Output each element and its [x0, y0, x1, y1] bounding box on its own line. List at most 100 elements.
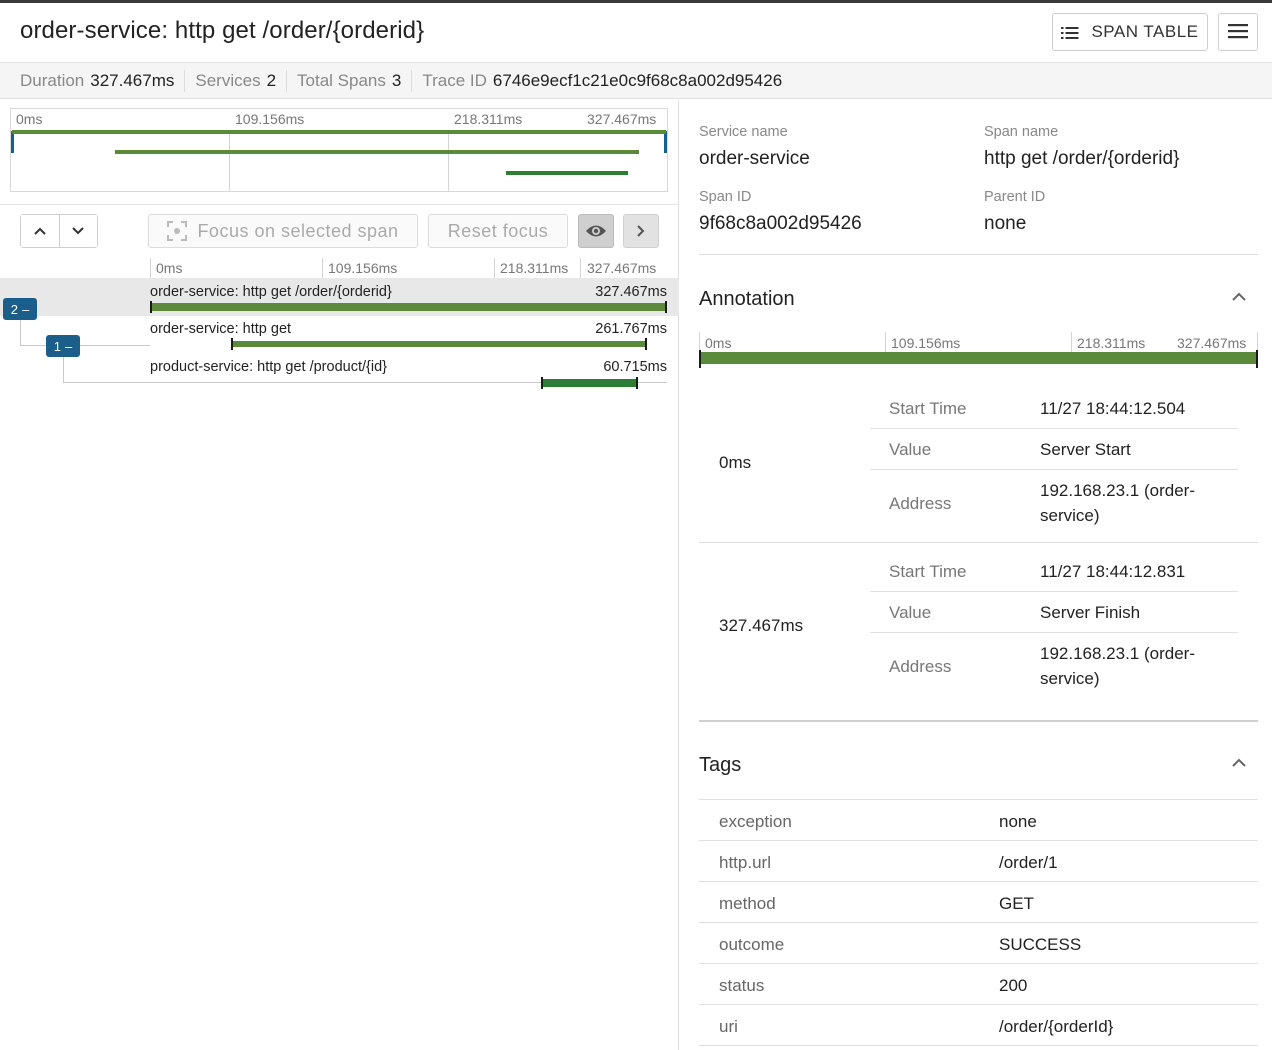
annotation-marker	[699, 350, 701, 368]
divider	[870, 632, 1238, 633]
axis-gridline	[494, 258, 495, 278]
annotation-span-bar	[699, 352, 1258, 364]
divider	[870, 591, 1238, 592]
divider	[699, 922, 1258, 923]
annotation-value: 192.168.23.1 (order- service)	[1040, 641, 1195, 691]
annotation-tick-1: 109.156ms	[891, 335, 961, 351]
divider	[699, 542, 1258, 543]
address-line: service)	[1040, 669, 1100, 688]
annotation-value: 192.168.23.1 (order- service)	[1040, 478, 1195, 528]
divider	[870, 469, 1238, 470]
tag-key: http.url	[719, 853, 771, 872]
chevron-right-icon	[637, 225, 645, 237]
duration-summary: Duration 327.467ms	[20, 69, 186, 92]
tag-value: /order/1	[999, 853, 1058, 872]
collapse-tags-button[interactable]	[1230, 756, 1248, 774]
service-name-label: Service name	[699, 124, 788, 140]
tag-key: exception	[719, 812, 792, 831]
span-bar	[542, 379, 637, 387]
span-detail-panel: Service name order-service Span name htt…	[680, 100, 1272, 1050]
address-line: 192.168.23.1 (order-	[1040, 644, 1195, 663]
divider	[699, 1004, 1258, 1005]
span-bar	[232, 341, 646, 347]
span-row[interactable]: order-service: http get /order/{orderid}…	[0, 278, 679, 316]
chevron-up-icon	[1232, 758, 1246, 767]
minimap-span-bar	[115, 150, 639, 154]
collapse-annotation-button[interactable]	[1230, 290, 1248, 308]
address-line: 192.168.23.1 (order-	[1040, 481, 1195, 500]
annotation-key: Address	[889, 494, 952, 513]
axis-tick-3: 327.467ms	[587, 260, 657, 276]
minimap-tick-1: 109.156ms	[235, 111, 305, 127]
minimap-gridline	[448, 131, 449, 191]
span-bar-cap	[665, 301, 667, 313]
span-bar	[150, 303, 667, 311]
span-name: product-service: http get /product/{id}	[150, 359, 387, 375]
annotation-tick-2: 218.311ms	[1077, 335, 1146, 351]
span-name: order-service: http get	[150, 321, 292, 337]
spans-summary: Total Spans 3	[297, 69, 413, 92]
previous-span-button[interactable]	[21, 215, 60, 247]
annotation-value: 11/27 18:44:12.831	[1040, 562, 1186, 581]
axis-tick-1: 109.156ms	[328, 260, 398, 276]
annotation-offset: 327.467ms	[719, 616, 804, 635]
total-spans-value: 3	[391, 70, 402, 90]
axis-gridline	[150, 258, 151, 278]
child-count: 2	[10, 301, 18, 317]
child-count: 1	[53, 338, 61, 354]
expand-panel-button[interactable]	[623, 214, 659, 248]
trace-minimap[interactable]: 0ms 109.156ms 218.311ms 327.467ms	[10, 108, 668, 192]
span-bar-cap	[150, 301, 152, 313]
span-duration: 60.715ms	[603, 359, 667, 375]
span-id-label: Span ID	[699, 189, 752, 205]
span-table-button[interactable]: SPAN TABLE	[1052, 13, 1208, 51]
trace-id-value: 6746e9ecf1c21e0c9f68c8a002d95426	[492, 70, 783, 90]
annotation-marker	[1256, 350, 1258, 368]
span-bar-cap	[645, 338, 647, 350]
total-spans-label: Total Spans	[297, 70, 386, 90]
annotation-tick-0: 0ms	[705, 335, 732, 351]
tag-value: none	[999, 812, 1037, 831]
page-title: order-service: http get /order/{orderid}	[20, 17, 425, 44]
minimap-tick-3: 327.467ms	[587, 111, 657, 127]
annotation-key: Start Time	[889, 562, 967, 581]
reset-focus-button[interactable]: Reset focus	[428, 214, 568, 248]
tag-value: 200	[999, 976, 1028, 995]
span-duration: 327.467ms	[595, 284, 667, 300]
axis-tick-0: 0ms	[156, 260, 183, 276]
duration-label: Duration	[20, 70, 85, 90]
minimap-tick-2: 218.311ms	[454, 111, 523, 127]
span-navigation	[20, 214, 98, 248]
annotation-key: Value	[889, 603, 932, 622]
span-name-label: Span name	[984, 124, 1059, 140]
span-row[interactable]: product-service: http get /product/{id} …	[0, 354, 679, 392]
annotation-gridline	[1071, 332, 1072, 354]
toggle-visibility-button[interactable]	[578, 214, 614, 248]
divider	[699, 963, 1258, 964]
menu-button[interactable]	[1218, 13, 1258, 51]
focus-selected-span-button[interactable]: Focus on selected span	[148, 214, 418, 248]
annotation-value: Server Start	[1040, 440, 1131, 459]
tag-value: GET	[999, 894, 1034, 913]
list-icon	[1061, 25, 1079, 39]
span-name-value: http get /order/{orderid}	[984, 148, 1180, 169]
collapse-icon: –	[65, 338, 73, 354]
focus-label: Focus on selected span	[197, 220, 399, 241]
services-label: Services	[195, 70, 261, 90]
tag-value: /order/{orderId}	[999, 1017, 1114, 1036]
annotation-offset: 0ms	[719, 453, 752, 472]
span-row[interactable]: order-service: http get 261.767ms	[0, 316, 679, 354]
next-span-button[interactable]	[59, 215, 97, 247]
address-line: service)	[1040, 506, 1100, 525]
minimap-span-bar	[506, 171, 628, 175]
minimap-right-handle[interactable]	[664, 131, 667, 153]
divider	[699, 881, 1258, 882]
eye-icon	[586, 225, 606, 237]
divider	[699, 840, 1258, 841]
tag-key: status	[719, 976, 765, 995]
annotation-value: Server Finish	[1040, 603, 1141, 622]
axis-gridline	[322, 258, 323, 278]
timeline-toolbar: Focus on selected span Reset focus	[0, 204, 679, 256]
span-table-label: SPAN TABLE	[1091, 22, 1199, 41]
minimap-left-handle[interactable]	[11, 131, 14, 153]
